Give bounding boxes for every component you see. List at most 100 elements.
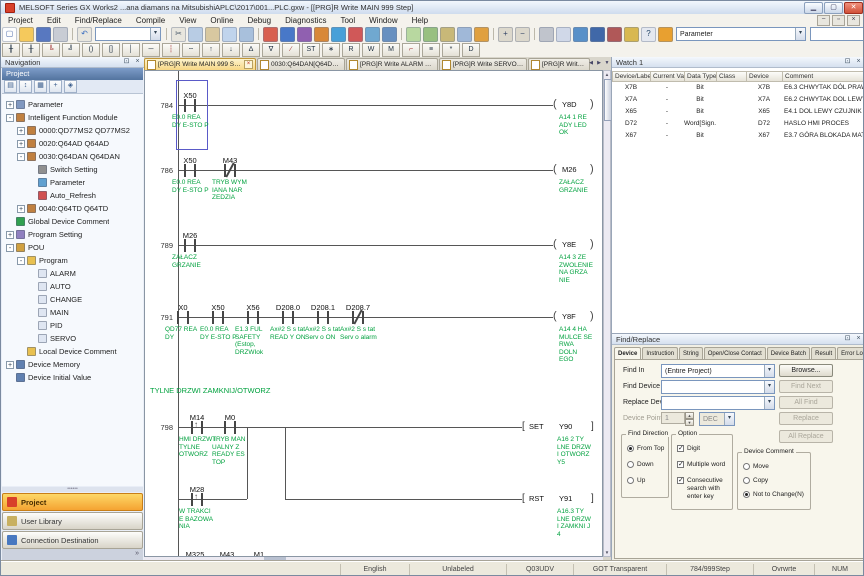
close-contact-icon[interactable]: ╫ xyxy=(22,43,40,57)
monitor-stop-icon[interactable] xyxy=(348,27,363,42)
device-point-input[interactable]: 1 xyxy=(661,412,685,424)
scroll-up-icon[interactable]: ▲ xyxy=(604,72,610,77)
cut-icon[interactable]: ✂ xyxy=(171,27,186,42)
tree-item-device-memory[interactable]: +Device Memory xyxy=(2,358,143,371)
all-replace-button[interactable]: All Replace xyxy=(779,430,833,443)
menu-window[interactable]: Window xyxy=(362,16,404,25)
tree-expander-icon[interactable]: - xyxy=(6,114,14,122)
invert-operation-icon[interactable]: ∕ xyxy=(282,43,300,57)
tree-item-local-device-comment[interactable]: Local Device Comment xyxy=(2,345,143,358)
write-mode-icon[interactable]: W xyxy=(362,43,380,57)
find-in-combo[interactable]: (Entire Project) ▾ xyxy=(661,364,775,378)
replace-device-combo[interactable]: ▾ xyxy=(661,396,775,410)
monitor-mode-icon[interactable]: M xyxy=(382,43,400,57)
window-cascade-icon[interactable] xyxy=(556,27,571,42)
watch-row-5-cell[interactable]: X67 xyxy=(612,130,650,142)
contact-M14[interactable] xyxy=(191,421,193,434)
device-point-unit-combo[interactable]: DEC ▾ xyxy=(699,412,735,426)
device-batch-monitor-icon[interactable] xyxy=(365,27,380,42)
intelligent-module-monitor-icon[interactable] xyxy=(573,27,588,42)
radio-from-top[interactable]: From Top xyxy=(627,445,664,453)
save-project-icon[interactable] xyxy=(36,27,51,42)
verify-with-plc-icon[interactable] xyxy=(297,27,312,42)
coil-icon[interactable]: () xyxy=(82,43,100,57)
tree-item-0040-q64td-q64td[interactable]: +0040:Q64TD Q64TD xyxy=(2,202,143,215)
security-icon[interactable] xyxy=(658,27,673,42)
add-item-icon[interactable]: + xyxy=(49,80,62,93)
scroll-down-icon[interactable]: ▼ xyxy=(604,550,610,555)
tab-5[interactable]: [PRG]R Write PID 776 xyxy=(528,58,590,70)
tree-expander-icon[interactable]: - xyxy=(17,257,25,265)
falling-pulse-icon[interactable]: ↓ xyxy=(222,43,240,57)
minimize-button[interactable]: ▁ xyxy=(804,2,823,14)
coil-Y8F[interactable]: Y8F xyxy=(562,312,576,321)
monitor-start-icon[interactable] xyxy=(331,27,346,42)
menu-compile[interactable]: Compile xyxy=(129,16,172,25)
contact-M28[interactable] xyxy=(191,493,193,506)
mdi-restore-button[interactable]: ▫ xyxy=(832,15,845,26)
pin-icon[interactable]: ⊡ xyxy=(843,58,852,67)
horizontal-line-icon[interactable]: ─ xyxy=(142,43,160,57)
rising-pulse-close-icon[interactable]: ∆ xyxy=(242,43,260,57)
rising-pulse-icon[interactable]: ↑ xyxy=(202,43,220,57)
display-filter-icon[interactable]: ▦ xyxy=(34,80,47,93)
comment-display-toggle-icon[interactable]: ⌐ xyxy=(402,43,420,57)
view-button-connection-destination[interactable]: Connection Destination xyxy=(2,531,143,549)
toolbar-combo-2[interactable]: ▾ xyxy=(810,27,864,41)
view-options-icon[interactable]: ◈ xyxy=(64,80,77,93)
block-Y91[interactable]: Y91 xyxy=(559,494,572,503)
tree-item-change[interactable]: CHANGE xyxy=(2,293,143,306)
contact-M26[interactable] xyxy=(184,239,186,252)
tab-scroll-right-icon[interactable]: ▶ xyxy=(596,60,602,66)
tree-item-global-device-comment[interactable]: Global Device Comment xyxy=(2,215,143,228)
program-check-icon[interactable] xyxy=(457,27,472,42)
window-titlebar[interactable]: MELSOFT Series GX Works2 ...ana diamans … xyxy=(1,1,864,15)
watch-row-3-cell[interactable]: X65 xyxy=(612,106,650,118)
tab-close-icon[interactable]: × xyxy=(244,60,253,69)
tree-item-parameter[interactable]: +Parameter xyxy=(2,98,143,111)
menu-edit[interactable]: Edit xyxy=(40,16,68,25)
radio-not-to-change-n-[interactable]: Not to Change(N) xyxy=(743,491,804,499)
ladder-block-list-icon[interactable] xyxy=(406,27,421,42)
all-find-button[interactable]: All Find xyxy=(779,396,833,409)
project-revision-icon[interactable] xyxy=(539,27,554,42)
menu-online[interactable]: Online xyxy=(203,16,240,25)
tree-expander-icon[interactable]: + xyxy=(17,205,25,213)
tree-expander-icon[interactable]: + xyxy=(17,127,25,135)
contact-X0[interactable] xyxy=(177,311,179,324)
coil-Y8D[interactable]: Y8D xyxy=(562,100,577,109)
tree-item-alarm[interactable]: ALARM xyxy=(2,267,143,280)
tree-expander-icon[interactable]: + xyxy=(6,101,14,109)
tree-item-auto-refresh[interactable]: Auto_Refresh xyxy=(2,189,143,202)
ladder-editor[interactable]: 784X50E0.0 REA DY E-STO P(Y8D)A14 1 RE A… xyxy=(144,70,603,557)
menu-tool[interactable]: Tool xyxy=(333,16,362,25)
radio-down[interactable]: Down xyxy=(627,461,654,469)
view-button-user-library[interactable]: User Library xyxy=(2,512,143,530)
find-next-button[interactable]: Find Next xyxy=(779,380,833,393)
pin-icon[interactable]: ⊡ xyxy=(843,335,852,344)
mdi-close-button[interactable]: × xyxy=(847,15,860,26)
plc-diagnostics-icon[interactable] xyxy=(607,27,622,42)
tree-expander-icon[interactable]: - xyxy=(6,244,14,252)
build-icon[interactable] xyxy=(474,27,489,42)
contact-X56[interactable] xyxy=(247,311,249,324)
ladder-vertical-scrollbar[interactable]: ▲ ▼ xyxy=(603,70,611,557)
tree-item-main[interactable]: MAIN xyxy=(2,306,143,319)
tab-2[interactable]: 0030:Q64DAN[Q64DAN]-Parame... xyxy=(257,58,345,70)
tree-item-intelligent-function-module[interactable]: -Intelligent Function Module xyxy=(2,111,143,124)
coil-M26[interactable]: M26 xyxy=(562,165,577,174)
maximize-button[interactable]: ▢ xyxy=(824,2,843,14)
zoom-out-icon[interactable]: − xyxy=(515,27,530,42)
read-mode-icon[interactable]: R xyxy=(342,43,360,57)
edit-mode-icon[interactable]: ∗ xyxy=(322,43,340,57)
toolbar-combo-1[interactable]: ▾ xyxy=(95,27,161,41)
menu-debug[interactable]: Debug xyxy=(241,16,279,25)
close-branch-icon[interactable]: ╝ xyxy=(62,43,80,57)
navigation-splitter[interactable]: •••••• xyxy=(2,487,143,492)
new-project-icon[interactable]: ▢ xyxy=(2,27,17,42)
browse-button[interactable]: Browse... xyxy=(779,364,833,377)
help-icon[interactable]: ? xyxy=(641,27,656,42)
menu-project[interactable]: Project xyxy=(1,16,40,25)
radio-up[interactable]: Up xyxy=(627,477,645,485)
tree-item-program[interactable]: -Program xyxy=(2,254,143,267)
